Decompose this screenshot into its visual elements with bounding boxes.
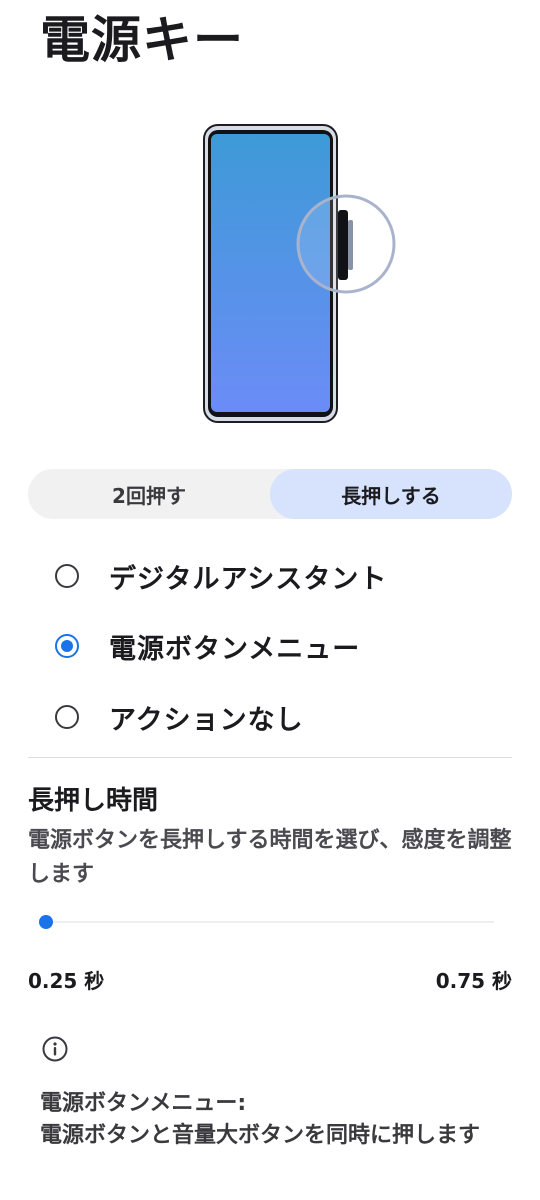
option-label: 電源ボタンメニュー [109,633,361,665]
press-type-tabs: 2回押す 長押しする [28,469,512,519]
phone-power-key-illustration [200,122,400,427]
slider-min-label: 0.25 秒 [28,969,105,993]
slider-track [46,921,494,923]
press-duration-description: 電源ボタンを長押しする時間を選び、感度を調整します [28,828,512,887]
tab-long-press[interactable]: 長押しする [270,469,512,519]
option-label: アクションなし [109,704,304,736]
option-no-action[interactable]: アクションなし [55,692,304,742]
option-label: デジタルアシスタント [109,563,388,595]
info-body: 電源ボタンと音量大ボタンを同時に押します [40,1123,481,1148]
info-icon [42,1036,68,1062]
info-heading: 電源ボタンメニュー: [40,1091,247,1116]
slider-max-label: 0.75 秒 [435,969,512,993]
radio-checked-icon[interactable] [55,634,79,658]
divider [28,757,512,758]
radio-unchecked-icon[interactable] [55,705,79,729]
option-digital-assistant[interactable]: デジタルアシスタント [55,551,387,601]
radio-unchecked-icon[interactable] [55,564,79,588]
page-title: 電源キー [40,11,244,69]
press-duration-slider[interactable] [39,912,494,932]
tab-double-press[interactable]: 2回押す [28,469,270,519]
option-power-menu[interactable]: 電源ボタンメニュー [55,621,360,671]
slider-thumb[interactable] [39,915,53,929]
info-text: 電源ボタンメニュー: 電源ボタンと音量大ボタンを同時に押します [40,1088,512,1152]
press-duration-title: 長押し時間 [28,786,159,816]
